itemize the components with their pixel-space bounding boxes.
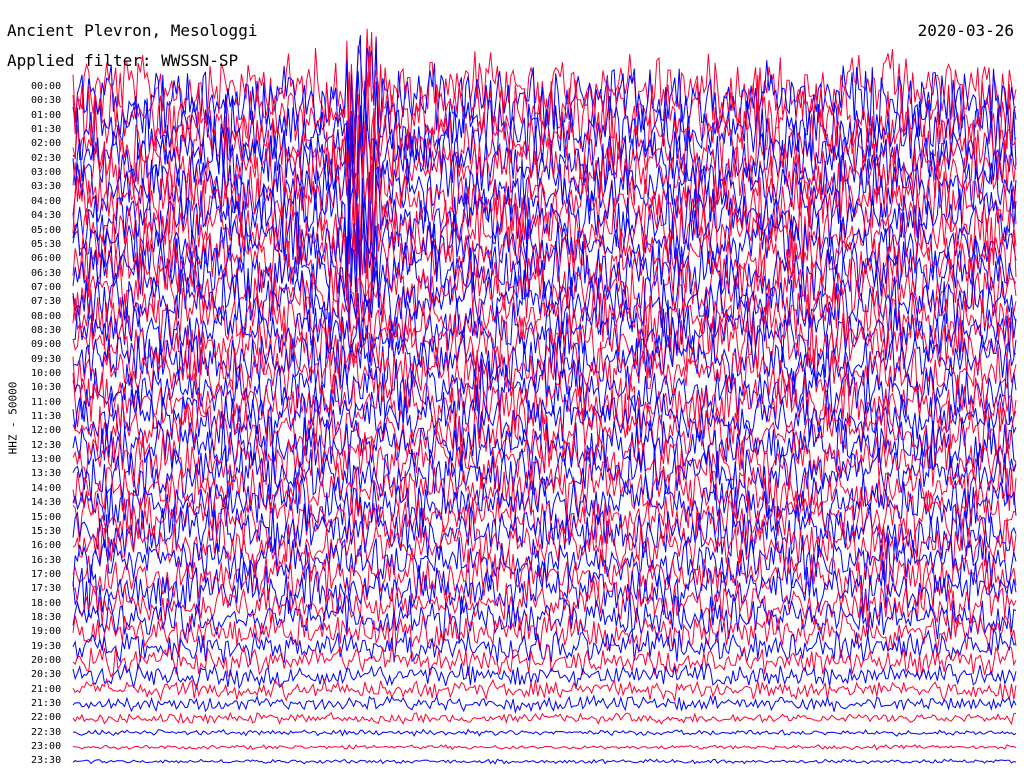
date-label: 2020-03-26 (917, 21, 1014, 40)
time-tick-label: 17:30 (31, 583, 62, 595)
station-title: Ancient Plevron, Mesologgi (7, 21, 258, 40)
time-tick-label: 02:00 (31, 138, 62, 150)
time-tick-label: 09:00 (31, 339, 62, 351)
time-tick-label: 20:00 (31, 655, 62, 666)
time-tick-label: 01:00 (31, 109, 62, 121)
time-tick-label: 22:30 (31, 726, 62, 738)
time-tick-label: 23:30 (31, 755, 62, 767)
filter-label: Applied filter: WWSSN-SP (7, 51, 239, 70)
time-tick-label: 19:30 (31, 640, 62, 652)
trace-row-2100 (72, 677, 1017, 702)
time-tick-label: 04:30 (31, 210, 62, 222)
seismic-traces (72, 28, 1017, 765)
time-tick-label: 18:00 (31, 597, 62, 609)
time-tick-label: 13:00 (31, 454, 62, 466)
time-tick-label: 22:00 (31, 712, 62, 724)
time-tick-label: 07:00 (31, 281, 62, 293)
trace-row-2300 (72, 743, 1017, 751)
time-tick-label: 14:00 (31, 482, 62, 494)
y-axis-label: HHZ - 50000 (6, 381, 20, 455)
time-tick-label: 12:30 (31, 439, 62, 451)
time-tick-label: 00:00 (31, 81, 62, 92)
time-tick-label: 09:30 (31, 353, 62, 365)
time-tick-label: 11:30 (31, 411, 62, 423)
helicorder-plot (72, 28, 1017, 765)
trace-row-2130 (72, 694, 1017, 715)
time-tick-label: 15:30 (31, 525, 62, 537)
time-tick-label: 02:30 (31, 152, 62, 164)
time-tick-label: 11:00 (31, 396, 62, 408)
time-tick-label: 16:00 (31, 540, 62, 552)
time-tick-label: 03:00 (31, 167, 62, 179)
time-tick-label: 13:30 (31, 468, 62, 480)
time-tick-label: 00:30 (31, 95, 62, 107)
time-tick-label: 19:00 (31, 626, 62, 638)
time-tick-label: 14:30 (31, 497, 62, 509)
time-tick-label: 17:00 (31, 568, 62, 580)
trace-row-1030 (72, 357, 1017, 423)
time-tick-label: 05:00 (31, 224, 62, 236)
time-tick-label: 21:00 (31, 683, 62, 695)
time-tick-label: 15:00 (31, 511, 62, 523)
time-tick-label: 06:00 (31, 253, 62, 265)
time-tick-label: 01:30 (31, 124, 62, 136)
time-tick-label: 08:00 (31, 310, 62, 322)
time-tick-label: 07:30 (31, 296, 62, 308)
trace-row-2230 (72, 728, 1017, 737)
time-tick-label: 05:30 (31, 238, 62, 250)
time-tick-label: 10:00 (31, 368, 62, 379)
time-tick-label: 18:30 (31, 611, 62, 623)
time-tick-label: 04:00 (31, 195, 62, 207)
trace-row-2200 (72, 711, 1017, 726)
time-tick-label: 03:30 (31, 181, 62, 193)
time-tick-label: 20:30 (31, 669, 62, 681)
time-tick-label: 08:30 (31, 324, 62, 336)
time-tick-label: 06:30 (31, 267, 62, 279)
time-tick-label: 10:30 (31, 382, 62, 394)
time-tick-label: 12:00 (31, 425, 62, 437)
trace-row-1100 (72, 369, 1017, 436)
trace-row-2330 (72, 758, 1017, 765)
time-tick-label: 21:30 (31, 698, 62, 710)
time-tick-label: 16:30 (31, 554, 62, 566)
trace-row-2030 (72, 662, 1017, 691)
time-tick-label: 23:00 (31, 741, 62, 753)
